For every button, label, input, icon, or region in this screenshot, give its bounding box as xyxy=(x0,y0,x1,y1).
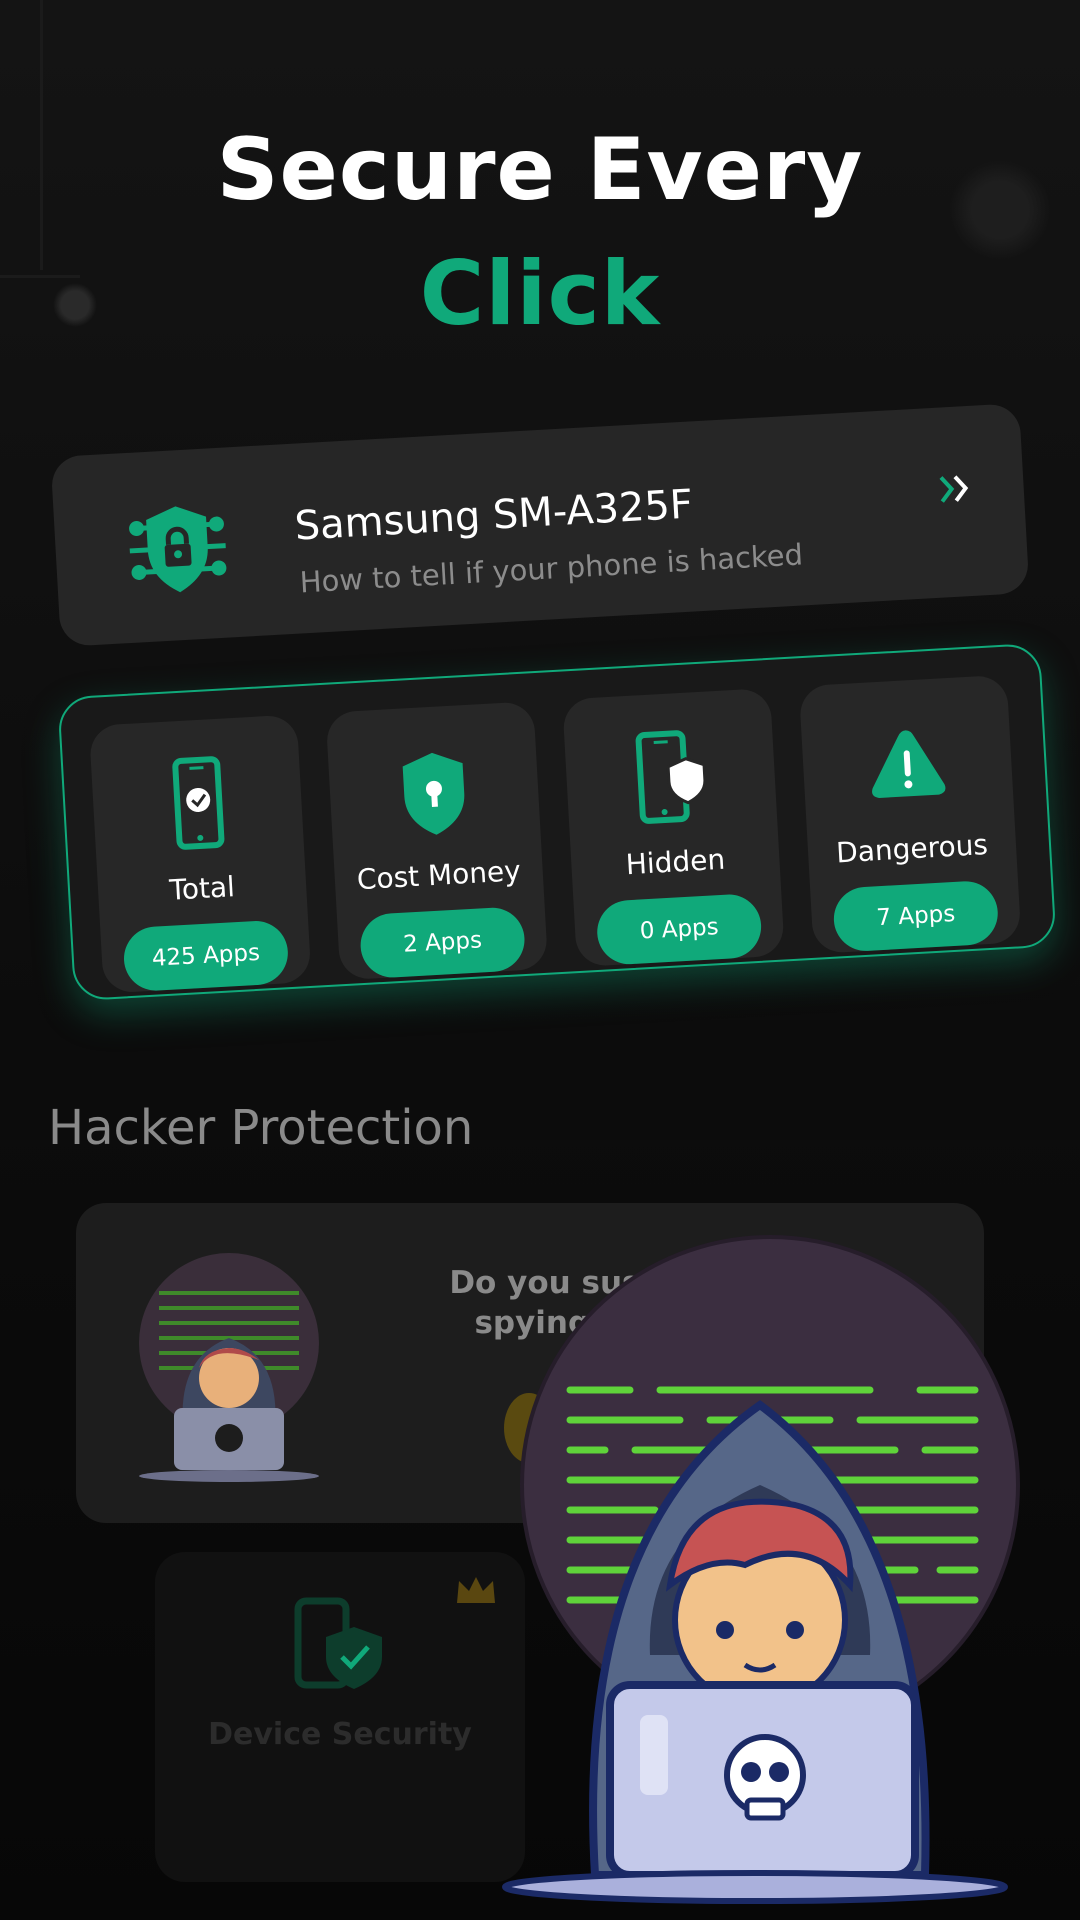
section-title: Hacker Protection xyxy=(48,1100,474,1156)
device-name: Samsung SM-A325F xyxy=(293,481,695,550)
hacker-illustration-small xyxy=(139,1253,319,1482)
phone-check-icon xyxy=(172,756,225,850)
hacker-illustration-large xyxy=(502,1235,1020,1904)
shield-keyhole-icon xyxy=(402,752,465,835)
stat-card-cost-money[interactable]: Cost Money 2 Apps xyxy=(325,701,549,981)
phone-shield-icon xyxy=(635,730,707,824)
stat-label: Hidden xyxy=(624,842,726,882)
stat-label: Total xyxy=(168,870,236,907)
stat-label: Dangerous xyxy=(835,828,989,870)
double-chevron-right-icon[interactable] xyxy=(935,468,977,510)
stat-label: Cost Money xyxy=(355,854,522,897)
crown-icon xyxy=(457,1577,495,1603)
security-shield-lock-icon xyxy=(129,506,227,593)
headline-accent: Click xyxy=(419,242,661,345)
warning-triangle-icon xyxy=(872,730,946,798)
device-security-label: Device Security xyxy=(208,1717,472,1752)
headline-primary: Secure Every xyxy=(216,120,864,220)
phone-shield-check-icon xyxy=(294,1597,382,1689)
stat-count-button[interactable]: 0 Apps xyxy=(595,892,763,966)
stat-count-button[interactable]: 425 Apps xyxy=(122,919,290,993)
stat-card-hidden[interactable]: Hidden 0 Apps xyxy=(562,687,785,968)
app-stats-panel: Total 425 Apps Cost Money 2 Apps Hidden … xyxy=(57,642,1057,1002)
stat-card-total[interactable]: Total 425 Apps xyxy=(88,714,312,994)
stat-count-button[interactable]: 2 Apps xyxy=(358,906,527,980)
device-subtitle: How to tell if your phone is hacked xyxy=(298,537,804,600)
stat-count-button[interactable]: 7 Apps xyxy=(832,879,1000,953)
stat-card-dangerous[interactable]: Dangerous 7 Apps xyxy=(798,674,1022,954)
